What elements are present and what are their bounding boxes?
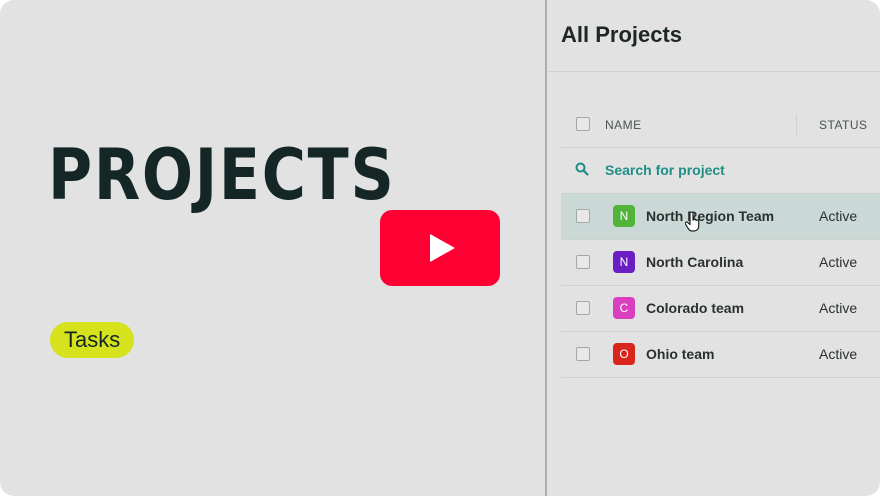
project-name[interactable]: North Carolina bbox=[646, 254, 743, 270]
projects-table: NAME STATUS Search for project N North R… bbox=[561, 102, 880, 378]
column-header-status[interactable]: STATUS bbox=[819, 118, 868, 132]
project-avatar: N bbox=[613, 251, 635, 273]
projects-panel: All Projects NAME STATUS Search for proj… bbox=[547, 0, 880, 496]
table-row[interactable]: N North Carolina Active bbox=[561, 240, 880, 286]
table-header: NAME STATUS bbox=[561, 102, 880, 148]
table-row[interactable]: O Ohio team Active bbox=[561, 332, 880, 378]
project-name[interactable]: Colorado team bbox=[646, 300, 744, 316]
play-button[interactable] bbox=[380, 210, 500, 286]
search-row[interactable]: Search for project bbox=[561, 148, 880, 194]
row-checkbox[interactable] bbox=[576, 255, 590, 269]
project-avatar: C bbox=[613, 297, 635, 319]
row-checkbox[interactable] bbox=[576, 209, 590, 223]
row-checkbox[interactable] bbox=[576, 301, 590, 315]
panel-divider-line bbox=[547, 71, 880, 72]
project-status: Active bbox=[819, 300, 858, 316]
select-all-checkbox[interactable] bbox=[576, 117, 590, 131]
project-avatar: N bbox=[613, 205, 635, 227]
hero-title: PROJECTS bbox=[48, 134, 396, 216]
column-header-name[interactable]: NAME bbox=[605, 118, 642, 132]
category-tag: Tasks bbox=[50, 322, 135, 358]
project-status: Active bbox=[819, 346, 858, 362]
panel-title: All Projects bbox=[561, 22, 683, 47]
column-separator bbox=[796, 114, 797, 136]
search-icon bbox=[575, 162, 589, 176]
row-checkbox[interactable] bbox=[576, 347, 590, 361]
project-name[interactable]: Ohio team bbox=[646, 346, 714, 362]
table-row[interactable]: C Colorado team Active bbox=[561, 286, 880, 332]
project-name[interactable]: North Region Team bbox=[646, 208, 774, 224]
video-thumbnail[interactable]: PROJECTS Tasks All Projects NAME STATUS … bbox=[0, 0, 880, 496]
project-status: Active bbox=[819, 208, 858, 224]
pointer-cursor-icon bbox=[685, 212, 700, 232]
project-avatar: O bbox=[613, 343, 635, 365]
table-row[interactable]: N North Region Team Active bbox=[561, 194, 880, 240]
play-icon bbox=[430, 234, 455, 262]
project-status: Active bbox=[819, 254, 858, 270]
search-input[interactable]: Search for project bbox=[605, 162, 725, 178]
